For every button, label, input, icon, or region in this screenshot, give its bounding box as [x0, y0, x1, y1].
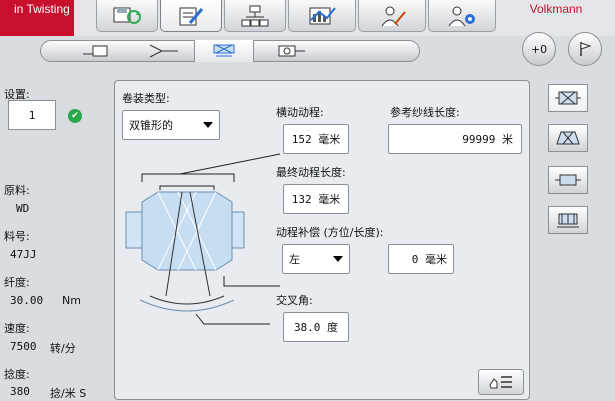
side-tab-bobbin-drum[interactable] — [548, 206, 588, 234]
sub-tab-spindle[interactable] — [64, 40, 134, 62]
compensation-direction-dropdown[interactable]: 左 — [282, 244, 350, 274]
bobbin-icon — [278, 45, 305, 57]
list-hand-icon — [489, 376, 512, 389]
speed-unit: 转/分 — [50, 342, 76, 355]
material-no-label: 料号: — [4, 230, 30, 243]
zero-button[interactable]: +0 — [522, 32, 556, 66]
count-label: 纤度: — [4, 276, 30, 289]
chevron-down-icon — [203, 122, 213, 128]
material-no-value: 47JJ — [10, 248, 37, 261]
material-value: WD — [16, 202, 30, 215]
winding-type-label: 卷装类型: — [122, 92, 170, 105]
brand-label: in Twisting — [0, 0, 74, 36]
sub-tab-winding[interactable] — [194, 40, 254, 62]
chart-icon — [309, 6, 336, 24]
winding-icon — [213, 44, 235, 57]
side-tab-bobbin-front[interactable] — [548, 84, 588, 112]
setting-field[interactable]: 1 — [8, 100, 56, 130]
volkmann-logo: Volkmann — [529, 2, 583, 16]
side-tab-bobbin-flat[interactable] — [548, 166, 588, 194]
network-icon — [241, 5, 269, 26]
count-value: 30.00 — [10, 294, 44, 307]
material-label: 原料: — [4, 184, 30, 197]
tab-user-tools[interactable] — [358, 0, 426, 32]
count-unit: Nm — [62, 294, 81, 307]
final-traverse-field[interactable]: 132 毫米 — [283, 184, 349, 214]
ref-length-label: 参考纱线长度: — [390, 106, 460, 119]
tab-edit-document[interactable] — [160, 0, 222, 32]
tab-network[interactable] — [224, 0, 286, 32]
flag-icon — [580, 42, 592, 56]
compensation-direction-value: 左 — [289, 253, 300, 266]
speed-label: 速度: — [4, 322, 30, 335]
edit-document-icon — [179, 7, 204, 25]
traverse-label: 横动动程: — [276, 106, 324, 119]
operator-settings-icon — [448, 6, 475, 26]
bobbin-cone-icon — [556, 131, 580, 145]
speed-value: 7500 — [10, 340, 37, 353]
bobbin-drum-icon — [557, 213, 579, 228]
sub-tab-bobbin[interactable] — [254, 40, 324, 62]
check-icon: ✔ — [68, 109, 82, 123]
bobbin-front-icon — [555, 91, 581, 105]
side-tab-bobbin-cone[interactable] — [548, 124, 588, 152]
flag-button[interactable] — [568, 32, 602, 66]
twist-unit: 捻/米 S — [50, 387, 87, 400]
winding-type-dropdown[interactable]: 双锥形的 — [122, 110, 220, 140]
tab-save-refresh[interactable] — [96, 0, 158, 32]
tab-operator-settings[interactable] — [428, 0, 496, 32]
twist-label: 捻度: — [4, 368, 30, 381]
winding-type-value: 双锥形的 — [129, 119, 173, 132]
twist-value: 380 — [10, 385, 30, 398]
tab-chart[interactable] — [288, 0, 356, 32]
package-diagram — [125, 153, 280, 325]
user-tools-icon — [381, 6, 406, 26]
compensation-label: 动程补偿 (方位/长度): — [276, 226, 384, 239]
traverse-field[interactable]: 152 毫米 — [283, 124, 349, 154]
compensation-length-field[interactable]: 0 毫米 — [388, 244, 454, 274]
save-refresh-icon — [113, 7, 141, 24]
chevron-down-icon — [333, 256, 343, 262]
list-hand-button[interactable] — [478, 369, 524, 395]
spindle-icon — [83, 45, 108, 57]
cross-angle-field[interactable]: 38.0 度 — [283, 312, 349, 342]
ref-length-field[interactable]: 99999 米 — [388, 124, 522, 154]
cross-angle-label: 交叉角: — [276, 294, 313, 307]
yarn-path-icon — [149, 44, 178, 58]
sub-tab-yarn-path[interactable] — [134, 40, 194, 62]
zero-label: +0 — [530, 42, 548, 56]
bobbin-flat-icon — [555, 174, 581, 186]
final-traverse-label: 最终动程长度: — [276, 166, 346, 179]
